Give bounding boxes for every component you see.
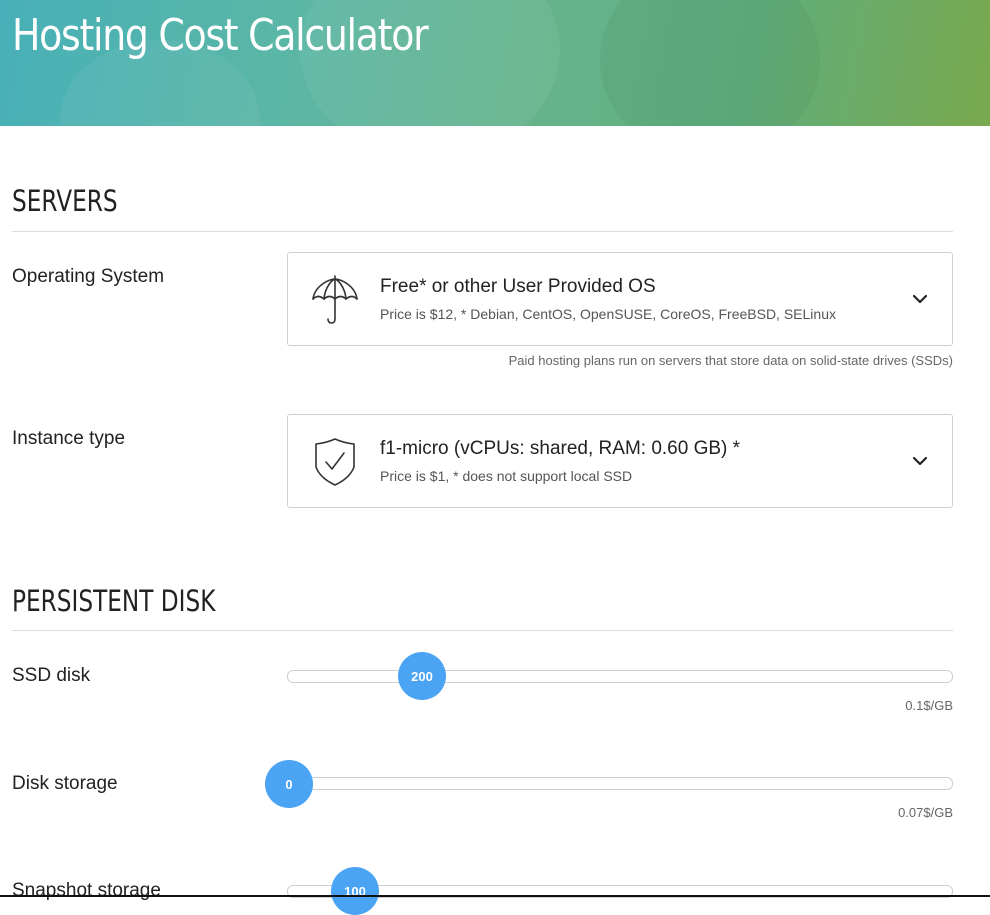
ssd-slider-thumb[interactable]: 200 <box>398 652 446 700</box>
disk-storage-label: Disk storage <box>12 773 118 794</box>
disk-storage-slider-thumb[interactable]: 0 <box>265 760 313 808</box>
disk-storage-slider-track[interactable] <box>287 777 953 790</box>
os-selected-subtitle: Price is $12, * Debian, CentOS, OpenSUSE… <box>380 306 836 322</box>
os-select[interactable]: Free* or other User Provided OS Price is… <box>287 252 953 346</box>
chevron-down-icon[interactable] <box>910 289 930 309</box>
page-title: Hosting Cost Calculator <box>12 10 429 61</box>
instance-selected-subtitle: Price is $1, * does not support local SS… <box>380 468 633 484</box>
snapshot-label: Snapshot storage <box>12 880 161 901</box>
os-selected-title: Free* or other User Provided OS <box>380 276 656 297</box>
os-label: Operating System <box>12 266 165 287</box>
instance-label: Instance type <box>12 428 126 449</box>
section-divider <box>12 630 953 631</box>
section-title-persistent-disk: PERSISTENT DISK <box>12 584 216 618</box>
os-hint: Paid hosting plans run on servers that s… <box>508 353 953 368</box>
section-title-servers: SERVERS <box>12 184 118 218</box>
header-banner: Hosting Cost Calculator <box>0 0 990 126</box>
section-divider <box>12 231 953 232</box>
shield-check-icon <box>310 437 360 487</box>
umbrella-icon <box>310 275 360 325</box>
instance-selected-title: f1-micro (vCPUs: shared, RAM: 0.60 GB) * <box>380 438 741 459</box>
snapshot-slider-thumb[interactable]: 100 <box>331 867 379 915</box>
chevron-down-icon[interactable] <box>910 451 930 471</box>
ssd-rate: 0.1$/GB <box>905 698 953 713</box>
ssd-label: SSD disk <box>12 665 91 686</box>
ssd-slider-track[interactable] <box>287 670 953 683</box>
disk-storage-rate: 0.07$/GB <box>898 805 953 820</box>
header-decoration <box>600 0 820 126</box>
instance-select[interactable]: f1-micro (vCPUs: shared, RAM: 0.60 GB) *… <box>287 414 953 508</box>
